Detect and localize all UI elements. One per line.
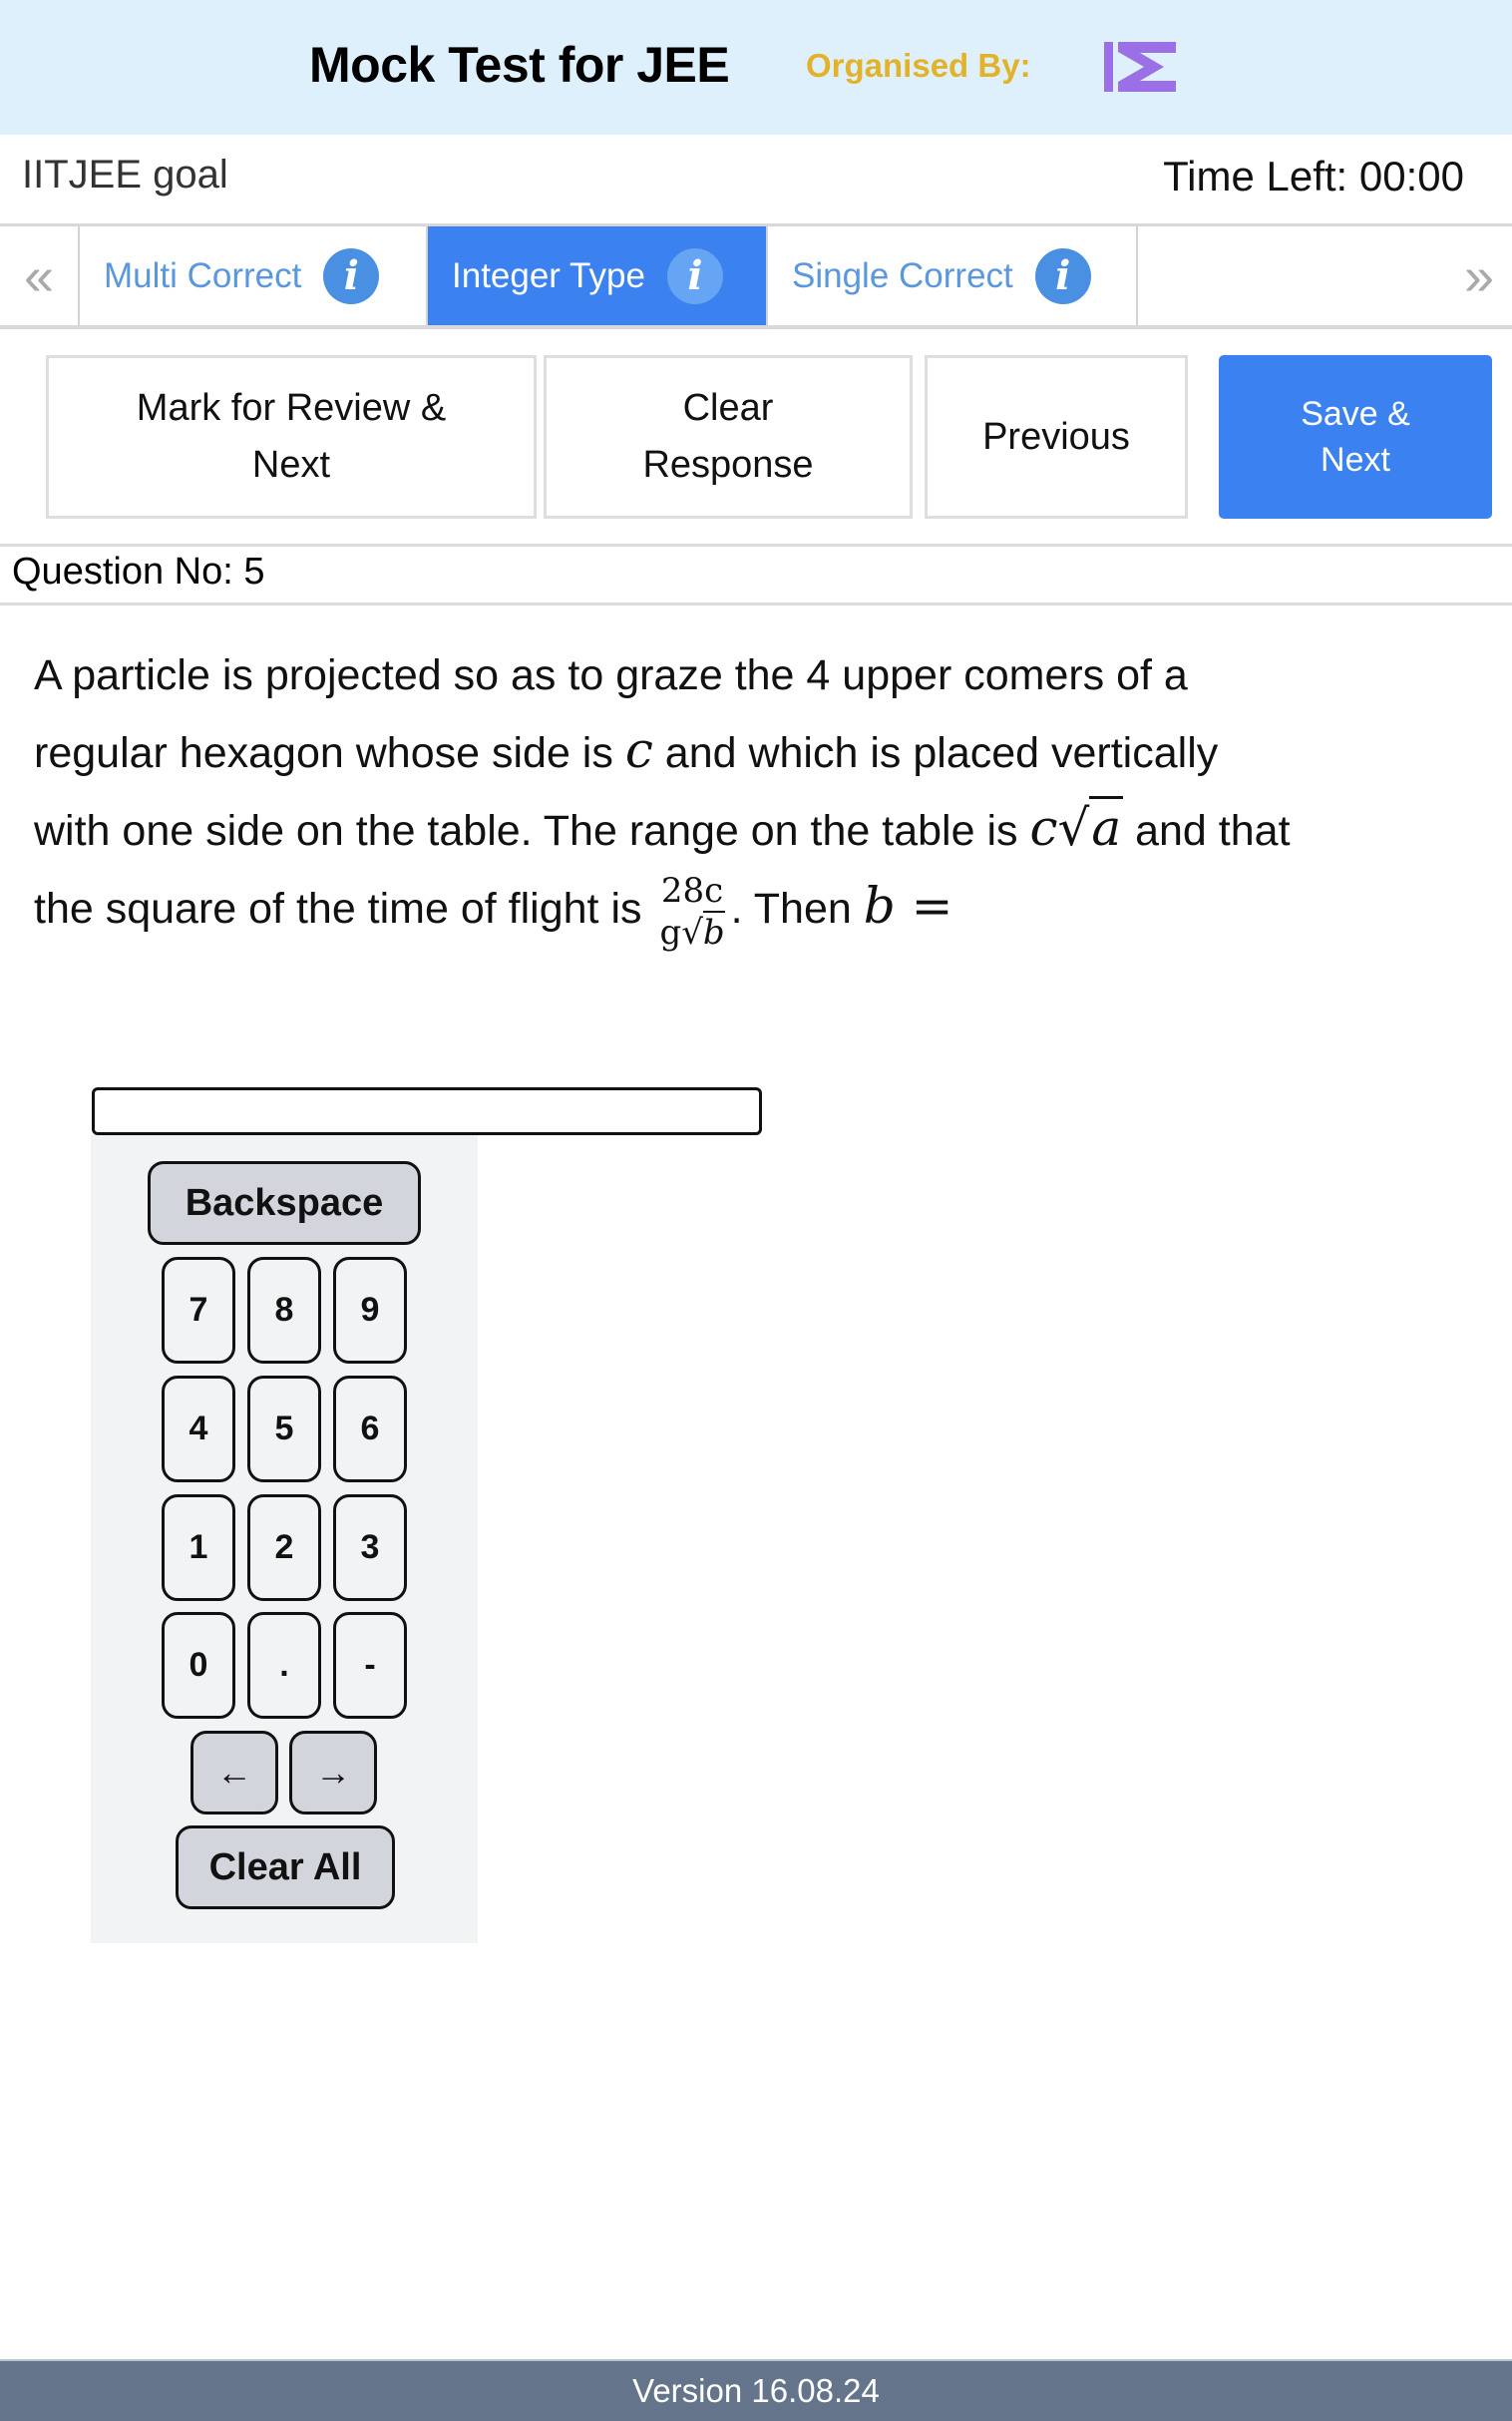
math-range-coef: c — [1029, 799, 1058, 857]
organised-by-label: Organised By: — [806, 47, 1031, 84]
key-decimal[interactable]: . — [247, 1612, 321, 1719]
button-label: Mark for Review & Next — [136, 387, 447, 486]
sqrt-symbol: √a — [1057, 791, 1124, 866]
tab-label: Multi Correct — [104, 255, 302, 295]
key-2[interactable]: 2 — [247, 1494, 321, 1601]
button-label: Clear Response — [642, 387, 814, 486]
question-number: Question No: 5 — [12, 551, 265, 593]
tab-single-correct[interactable]: Single Correct i — [768, 226, 1138, 325]
cursor-right-button[interactable]: → — [289, 1731, 377, 1815]
tabs-prev-button[interactable]: « — [0, 226, 80, 325]
key-9[interactable]: 9 — [333, 1257, 407, 1364]
mark-for-review-next-button[interactable]: Mark for Review & Next — [46, 355, 537, 519]
math-var-c: c — [624, 721, 653, 779]
info-icon[interactable]: i — [666, 247, 723, 304]
save-next-button[interactable]: Save & Next — [1219, 355, 1492, 519]
tab-label: Integer Type — [452, 255, 645, 295]
tab-multi-correct[interactable]: Multi Correct i — [80, 226, 428, 325]
key-1[interactable]: 1 — [162, 1494, 235, 1601]
math-fraction: 28c g√b — [659, 870, 725, 954]
clear-response-button[interactable]: Clear Response — [544, 355, 913, 519]
math-range-radicand: a — [1089, 796, 1124, 857]
backspace-button[interactable]: Backspace — [148, 1161, 421, 1245]
key-7[interactable]: 7 — [162, 1257, 235, 1364]
question-text-part: . Then — [730, 885, 864, 933]
header: Mock Test for JEE Organised By: — [0, 0, 1512, 135]
key-4[interactable]: 4 — [162, 1376, 235, 1482]
key-5[interactable]: 5 — [247, 1376, 321, 1482]
tab-label: Single Correct — [792, 255, 1013, 295]
fraction-den-coef: g — [659, 912, 682, 953]
fraction-numerator: 28c — [660, 870, 724, 911]
math-equals: = — [895, 877, 953, 935]
key-6[interactable]: 6 — [333, 1376, 407, 1482]
previous-button[interactable]: Previous — [925, 355, 1188, 519]
info-icon[interactable]: i — [1034, 247, 1091, 304]
answer-input[interactable] — [92, 1087, 762, 1135]
time-left: Time Left: 00:00 — [1163, 153, 1464, 200]
clear-all-button[interactable]: Clear All — [176, 1825, 395, 1909]
key-0[interactable]: 0 — [162, 1612, 235, 1719]
math-range: c√a — [1029, 796, 1124, 857]
info-icon[interactable]: i — [323, 247, 380, 304]
arrow-left-icon: ← — [216, 1752, 252, 1793]
button-label: Previous — [982, 415, 1130, 458]
section-tabs: « Multi Correct i Integer Type i Single … — [0, 223, 1512, 329]
page-title: Mock Test for JEE — [309, 37, 730, 93]
virtual-keypad: Backspace 7 8 9 4 5 6 1 2 3 0 . - ← → Cl… — [91, 1135, 478, 1943]
double-chevron-right-icon[interactable]: » — [1464, 245, 1494, 307]
key-minus[interactable]: - — [333, 1612, 407, 1719]
organizer-logo-icon — [1104, 42, 1176, 92]
fraction-den-radicand: b — [702, 910, 725, 953]
info-row: IITJEE goal Time Left: 00:00 — [0, 135, 1512, 224]
goal-label: IITJEE goal — [22, 153, 228, 197]
math-var-b: b — [863, 877, 896, 935]
tabs-spacer: » — [1138, 226, 1512, 325]
footer: Version 16.08.24 — [0, 2359, 1512, 2421]
cursor-left-button[interactable]: ← — [190, 1731, 278, 1815]
version-label: Version 16.08.24 — [632, 2372, 880, 2409]
action-bar: Mark for Review & Next Clear Response Pr… — [0, 355, 1512, 519]
key-3[interactable]: 3 — [333, 1494, 407, 1601]
question-number-bar: Question No: 5 — [0, 544, 1512, 605]
button-label: Save & Next — [1301, 395, 1410, 479]
arrow-right-icon: → — [315, 1752, 351, 1793]
question-text: A particle is projected so as to graze t… — [34, 638, 1291, 954]
fraction-denominator: g√b — [659, 910, 725, 953]
key-8[interactable]: 8 — [247, 1257, 321, 1364]
double-chevron-left-icon: « — [23, 245, 55, 306]
tab-integer-type[interactable]: Integer Type i — [428, 226, 768, 325]
